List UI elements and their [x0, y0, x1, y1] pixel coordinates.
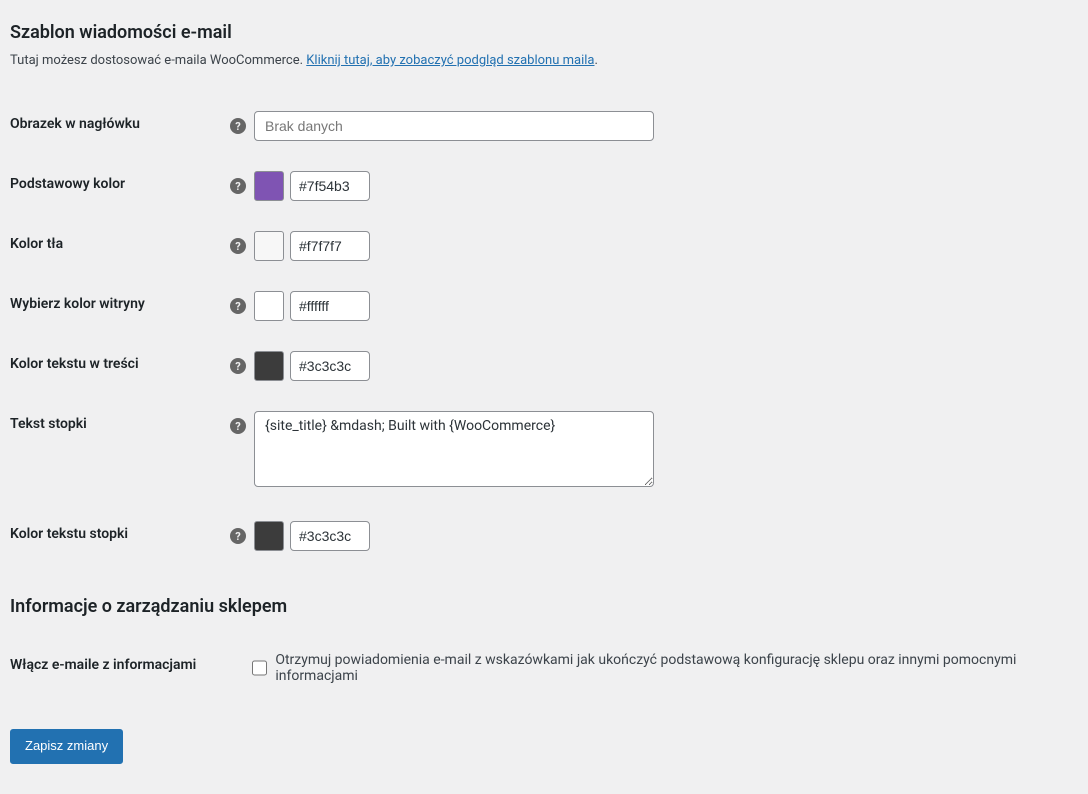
- help-icon[interactable]: ?: [230, 178, 246, 194]
- footer-text-color-swatch[interactable]: [254, 521, 284, 551]
- body-background-color-swatch[interactable]: [254, 291, 284, 321]
- help-icon[interactable]: ?: [230, 358, 246, 374]
- base-color-swatch[interactable]: [254, 171, 284, 201]
- body-background-color-input[interactable]: [290, 291, 370, 321]
- help-icon[interactable]: ?: [230, 418, 246, 434]
- label-footer-text-color: Kolor tekstu stopki: [10, 506, 230, 566]
- help-icon[interactable]: ?: [230, 528, 246, 544]
- description-suffix: .: [594, 53, 597, 68]
- preview-template-link[interactable]: Kliknij tutaj, aby zobaczyć podgląd szab…: [306, 53, 594, 68]
- label-merchant-notifications: Włącz e-maile z informacjami: [10, 637, 230, 699]
- save-button[interactable]: Zapisz zmiany: [10, 729, 123, 764]
- description-prefix: Tutaj możesz dostosować e-maila WooComme…: [10, 53, 306, 68]
- merchant-notifications-checkbox-label[interactable]: Otrzymuj powiadomienia e-mail z wskazówk…: [275, 652, 1068, 684]
- merchant-notifications-table: Włącz e-maile z informacjami Otrzymuj po…: [10, 637, 1068, 699]
- body-text-color-input[interactable]: [290, 351, 370, 381]
- section-description: Tutaj możesz dostosować e-maila WooComme…: [10, 53, 1068, 68]
- header-image-input[interactable]: [254, 111, 654, 141]
- help-icon[interactable]: ?: [230, 118, 246, 134]
- footer-text-input[interactable]: [254, 411, 654, 487]
- background-color-swatch[interactable]: [254, 231, 284, 261]
- label-header-image: Obrazek w nagłówku: [10, 96, 230, 156]
- base-color-input[interactable]: [290, 171, 370, 201]
- section-heading-store-management: Informacje o zarządzaniu sklepem: [10, 596, 1068, 617]
- settings-form-table: Obrazek w nagłówku ? Podstawowy kolor ? …: [10, 96, 1068, 566]
- section-heading-email-template: Szablon wiadomości e-mail: [10, 22, 1068, 43]
- label-footer-text: Tekst stopki: [10, 396, 230, 506]
- label-background-color: Kolor tła: [10, 216, 230, 276]
- label-body-background-color: Wybierz kolor witryny: [10, 276, 230, 336]
- merchant-notifications-checkbox[interactable]: [252, 660, 267, 676]
- label-body-text-color: Kolor tekstu w treści: [10, 336, 230, 396]
- help-icon[interactable]: ?: [230, 298, 246, 314]
- footer-text-color-input[interactable]: [290, 521, 370, 551]
- help-icon[interactable]: ?: [230, 238, 246, 254]
- label-base-color: Podstawowy kolor: [10, 156, 230, 216]
- body-text-color-swatch[interactable]: [254, 351, 284, 381]
- background-color-input[interactable]: [290, 231, 370, 261]
